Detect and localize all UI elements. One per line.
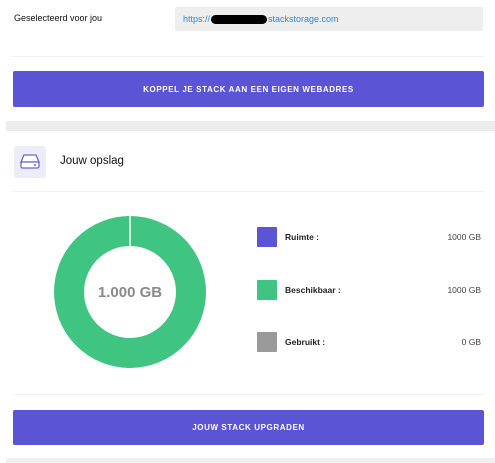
section-separator	[6, 458, 495, 463]
legend-row-space: Ruimte : 1000 GB	[257, 227, 485, 247]
storage-title: Jouw opslag	[60, 155, 124, 167]
legend-row-used: Gebruikt : 0 GB	[257, 332, 485, 352]
divider	[13, 394, 484, 395]
url-domain: stackstorage.com	[268, 14, 339, 24]
upgrade-stack-button[interactable]: JOUW STACK UPGRADEN	[13, 410, 484, 445]
redacted-subdomain	[211, 14, 268, 24]
legend-label-available: Beschikbaar :	[285, 285, 341, 295]
connect-custom-domain-button[interactable]: KOPPEL JE STACK AAN EEN EIGEN WEBADRES	[13, 71, 484, 107]
divider	[13, 191, 484, 192]
legend-swatch-used	[257, 332, 277, 352]
storage-donut-chart: 1.000 GB	[54, 216, 206, 368]
donut-center-label: 1.000 GB	[98, 284, 162, 301]
selected-for-you-label: Geselecteerd voor jou	[14, 13, 103, 23]
section-separator	[6, 121, 495, 131]
legend-row-available: Beschikbaar : 1000 GB	[257, 280, 485, 300]
legend-value-space: 1000 GB	[447, 232, 481, 242]
legend-value-used: 0 GB	[461, 337, 481, 347]
legend-swatch-space	[257, 227, 277, 247]
url-prefix: https://	[183, 14, 211, 24]
legend-label-used: Gebruikt :	[285, 337, 326, 347]
hard-drive-icon	[14, 146, 46, 178]
divider	[13, 56, 484, 57]
legend-label-space: Ruimte :	[285, 232, 319, 242]
legend-value-available: 1000 GB	[447, 285, 481, 295]
legend-swatch-available	[257, 280, 277, 300]
stack-url-field[interactable]: https:// stackstorage.com	[175, 7, 483, 31]
